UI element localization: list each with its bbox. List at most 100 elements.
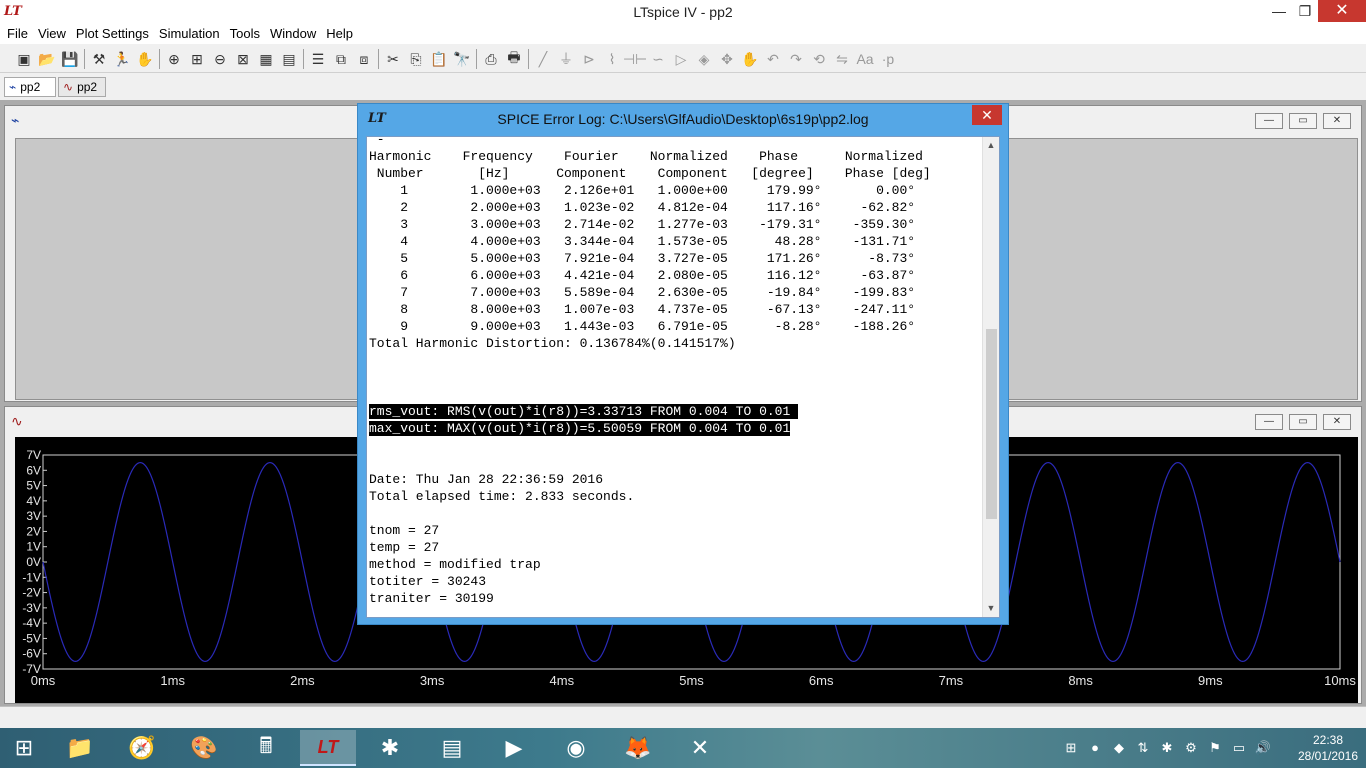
print-icon[interactable]: 🖶 bbox=[504, 49, 524, 69]
text-icon[interactable]: Aa bbox=[855, 49, 875, 69]
bluetooth-icon[interactable]: ✱ bbox=[1158, 739, 1176, 757]
drag-icon[interactable]: ✋ bbox=[740, 49, 760, 69]
mirror-icon[interactable]: ⇋ bbox=[832, 49, 852, 69]
system-clock[interactable]: 22:38 28/01/2016 bbox=[1296, 732, 1360, 764]
child-maximize-button[interactable]: ▭ bbox=[1289, 113, 1317, 129]
video-icon[interactable]: ▶ bbox=[486, 730, 542, 766]
minimize-button[interactable]: — bbox=[1266, 0, 1292, 22]
menu-simulation[interactable]: Simulation bbox=[156, 24, 223, 44]
ltspice-doc-icon[interactable]: ✱ bbox=[362, 730, 418, 766]
tile-horizontal-icon[interactable]: ☰ bbox=[308, 49, 328, 69]
print-setup-icon[interactable]: ⎙ bbox=[481, 49, 501, 69]
xilinx-icon[interactable]: ✕ bbox=[672, 730, 728, 766]
undo-icon[interactable]: ↶ bbox=[763, 49, 783, 69]
zoom-out-icon[interactable]: ⊖ bbox=[210, 49, 230, 69]
flag-icon[interactable]: ⚑ bbox=[1206, 739, 1224, 757]
close-button[interactable]: ✕ bbox=[1318, 0, 1366, 22]
file-explorer-icon[interactable]: 📁 bbox=[52, 730, 108, 766]
ltspice-icon[interactable]: LT bbox=[300, 730, 356, 766]
redo-icon[interactable]: ↷ bbox=[786, 49, 806, 69]
child-close-button[interactable]: ✕ bbox=[1323, 414, 1351, 430]
volume-icon[interactable]: 🔊 bbox=[1254, 739, 1272, 757]
wire-icon[interactable]: ╱ bbox=[533, 49, 553, 69]
menu-file[interactable]: File bbox=[4, 24, 31, 44]
x-tick-label: 9ms bbox=[1198, 673, 1223, 688]
grid-icon[interactable]: ▦ bbox=[256, 49, 276, 69]
label-icon[interactable]: ⊳ bbox=[579, 49, 599, 69]
zoom-fit-icon[interactable]: ⊠ bbox=[233, 49, 253, 69]
firefox-icon[interactable]: 🦊 bbox=[610, 730, 666, 766]
save-icon[interactable]: 💾 bbox=[60, 49, 80, 69]
child-close-button[interactable]: ✕ bbox=[1323, 113, 1351, 129]
tab-label: pp2 bbox=[20, 80, 41, 94]
inductor-icon[interactable]: ∽ bbox=[648, 49, 668, 69]
resistor-icon[interactable]: ⌇ bbox=[602, 49, 622, 69]
child-maximize-button[interactable]: ▭ bbox=[1289, 414, 1317, 430]
menu-window[interactable]: Window bbox=[267, 24, 319, 44]
calculator-icon[interactable]: 🖩 bbox=[238, 730, 294, 766]
toolbar: ▣ 📂 💾 ⚒ 🏃 ✋ ⊕ ⊞ ⊖ ⊠ ▦ ▤ ☰ ⧉ ⧈ ✂ ⎘ 📋 🔭 ⎙ 🖶 ╱ ⏚ ⊳ ⌇ ⊣⊢ ∽ ▷ ◈ ✥ ✋ ↶ ↷ ⟲ ⇋ Aa ·p bbox=[0, 45, 1366, 73]
y-tick-label: -3V bbox=[22, 601, 41, 615]
capacitor-icon[interactable]: ⊣⊢ bbox=[623, 49, 647, 69]
log-line: temp = 27 bbox=[369, 540, 440, 555]
display-icon[interactable]: ▭ bbox=[1230, 739, 1248, 757]
orange-circle-icon[interactable]: ● bbox=[1086, 739, 1104, 757]
autoscale-icon[interactable]: ▤ bbox=[279, 49, 299, 69]
y-tick-label: 5V bbox=[26, 479, 41, 493]
menu-view[interactable]: View bbox=[35, 24, 69, 44]
open-icon[interactable]: 📂 bbox=[37, 49, 57, 69]
menu-help[interactable]: Help bbox=[323, 24, 356, 44]
menu-tools[interactable]: Tools bbox=[227, 24, 263, 44]
x-tick-label: 6ms bbox=[809, 673, 834, 688]
zoom-area-icon[interactable]: ⊞ bbox=[187, 49, 207, 69]
tools-icon[interactable]: ⚙ bbox=[1182, 739, 1200, 757]
windows-flag-icon[interactable]: ⊞ bbox=[1062, 739, 1080, 757]
run-icon[interactable]: 🏃 bbox=[112, 49, 132, 69]
chrome-icon[interactable]: ◉ bbox=[548, 730, 604, 766]
x-tick-label: 0ms bbox=[31, 673, 56, 688]
diode-icon[interactable]: ▷ bbox=[671, 49, 691, 69]
log-line: max_vout: MAX(v(out)*i(r8))=5.50059 FROM… bbox=[369, 421, 791, 436]
dropbox-icon[interactable]: ◆ bbox=[1110, 739, 1128, 757]
paste-icon[interactable]: 📋 bbox=[429, 49, 449, 69]
spice-directive-icon[interactable]: ·p bbox=[878, 49, 898, 69]
dialog-close-button[interactable]: ✕ bbox=[972, 105, 1002, 125]
taskbar: 22:38 28/01/2016 ⊞ 📁 🧭 🎨 🖩 LT ✱ ▤ ▶ ◉ 🦊 ✕ ⊞ ● ◆ ⇅ ✱ ⚙ ⚑ ▭ 🔊 bbox=[0, 728, 1366, 768]
ground-icon[interactable]: ⏚ bbox=[556, 49, 576, 69]
start-icon[interactable]: ⊞ bbox=[0, 730, 48, 766]
safari-icon[interactable]: 🧭 bbox=[114, 730, 170, 766]
log-text-area[interactable]: - Harmonic Frequency Fourier Normalized P… bbox=[366, 136, 1000, 618]
move-icon[interactable]: ✥ bbox=[717, 49, 737, 69]
network-icon[interactable]: ⇅ bbox=[1134, 739, 1152, 757]
find-icon[interactable]: 🔭 bbox=[452, 49, 472, 69]
log-scrollbar[interactable]: ▲ ▼ bbox=[982, 137, 999, 617]
paint-icon[interactable]: 🎨 bbox=[176, 730, 232, 766]
component-icon[interactable]: ◈ bbox=[694, 49, 714, 69]
scroll-down-icon[interactable]: ▼ bbox=[983, 600, 999, 617]
copy-icon[interactable]: ⎘ bbox=[406, 49, 426, 69]
clock-time: 22:38 bbox=[1312, 733, 1344, 747]
tile-vertical-icon[interactable]: ⧈ bbox=[354, 49, 374, 69]
scroll-up-icon[interactable]: ▲ bbox=[983, 137, 999, 154]
maximize-button[interactable]: ❐ bbox=[1292, 0, 1318, 22]
new-schematic-icon[interactable]: ▣ bbox=[14, 49, 34, 69]
scroll-thumb[interactable] bbox=[986, 329, 997, 519]
child-minimize-button[interactable]: — bbox=[1255, 113, 1283, 129]
tab-schematic[interactable]: ⌁ pp2 bbox=[4, 77, 56, 97]
tab-waveform[interactable]: ∿ pp2 bbox=[58, 77, 106, 97]
pause-icon[interactable]: ✋ bbox=[135, 49, 155, 69]
log-line: traniter = 30199 bbox=[369, 591, 494, 606]
zoom-in-icon[interactable]: ⊕ bbox=[164, 49, 184, 69]
child-minimize-button[interactable]: — bbox=[1255, 414, 1283, 430]
log-line: rms_vout: RMS(v(out)*i(r8))=3.33713 FROM… bbox=[369, 404, 799, 419]
control-panel-icon[interactable]: ⚒ bbox=[89, 49, 109, 69]
rotate-icon[interactable]: ⟲ bbox=[809, 49, 829, 69]
cascade-icon[interactable]: ⧉ bbox=[331, 49, 351, 69]
archive-icon[interactable]: ▤ bbox=[424, 730, 480, 766]
x-tick-label: 2ms bbox=[290, 673, 315, 688]
schematic-icon: ⌁ bbox=[11, 112, 20, 128]
cut-icon[interactable]: ✂ bbox=[383, 49, 403, 69]
menu-plot-settings[interactable]: Plot Settings bbox=[73, 24, 152, 44]
